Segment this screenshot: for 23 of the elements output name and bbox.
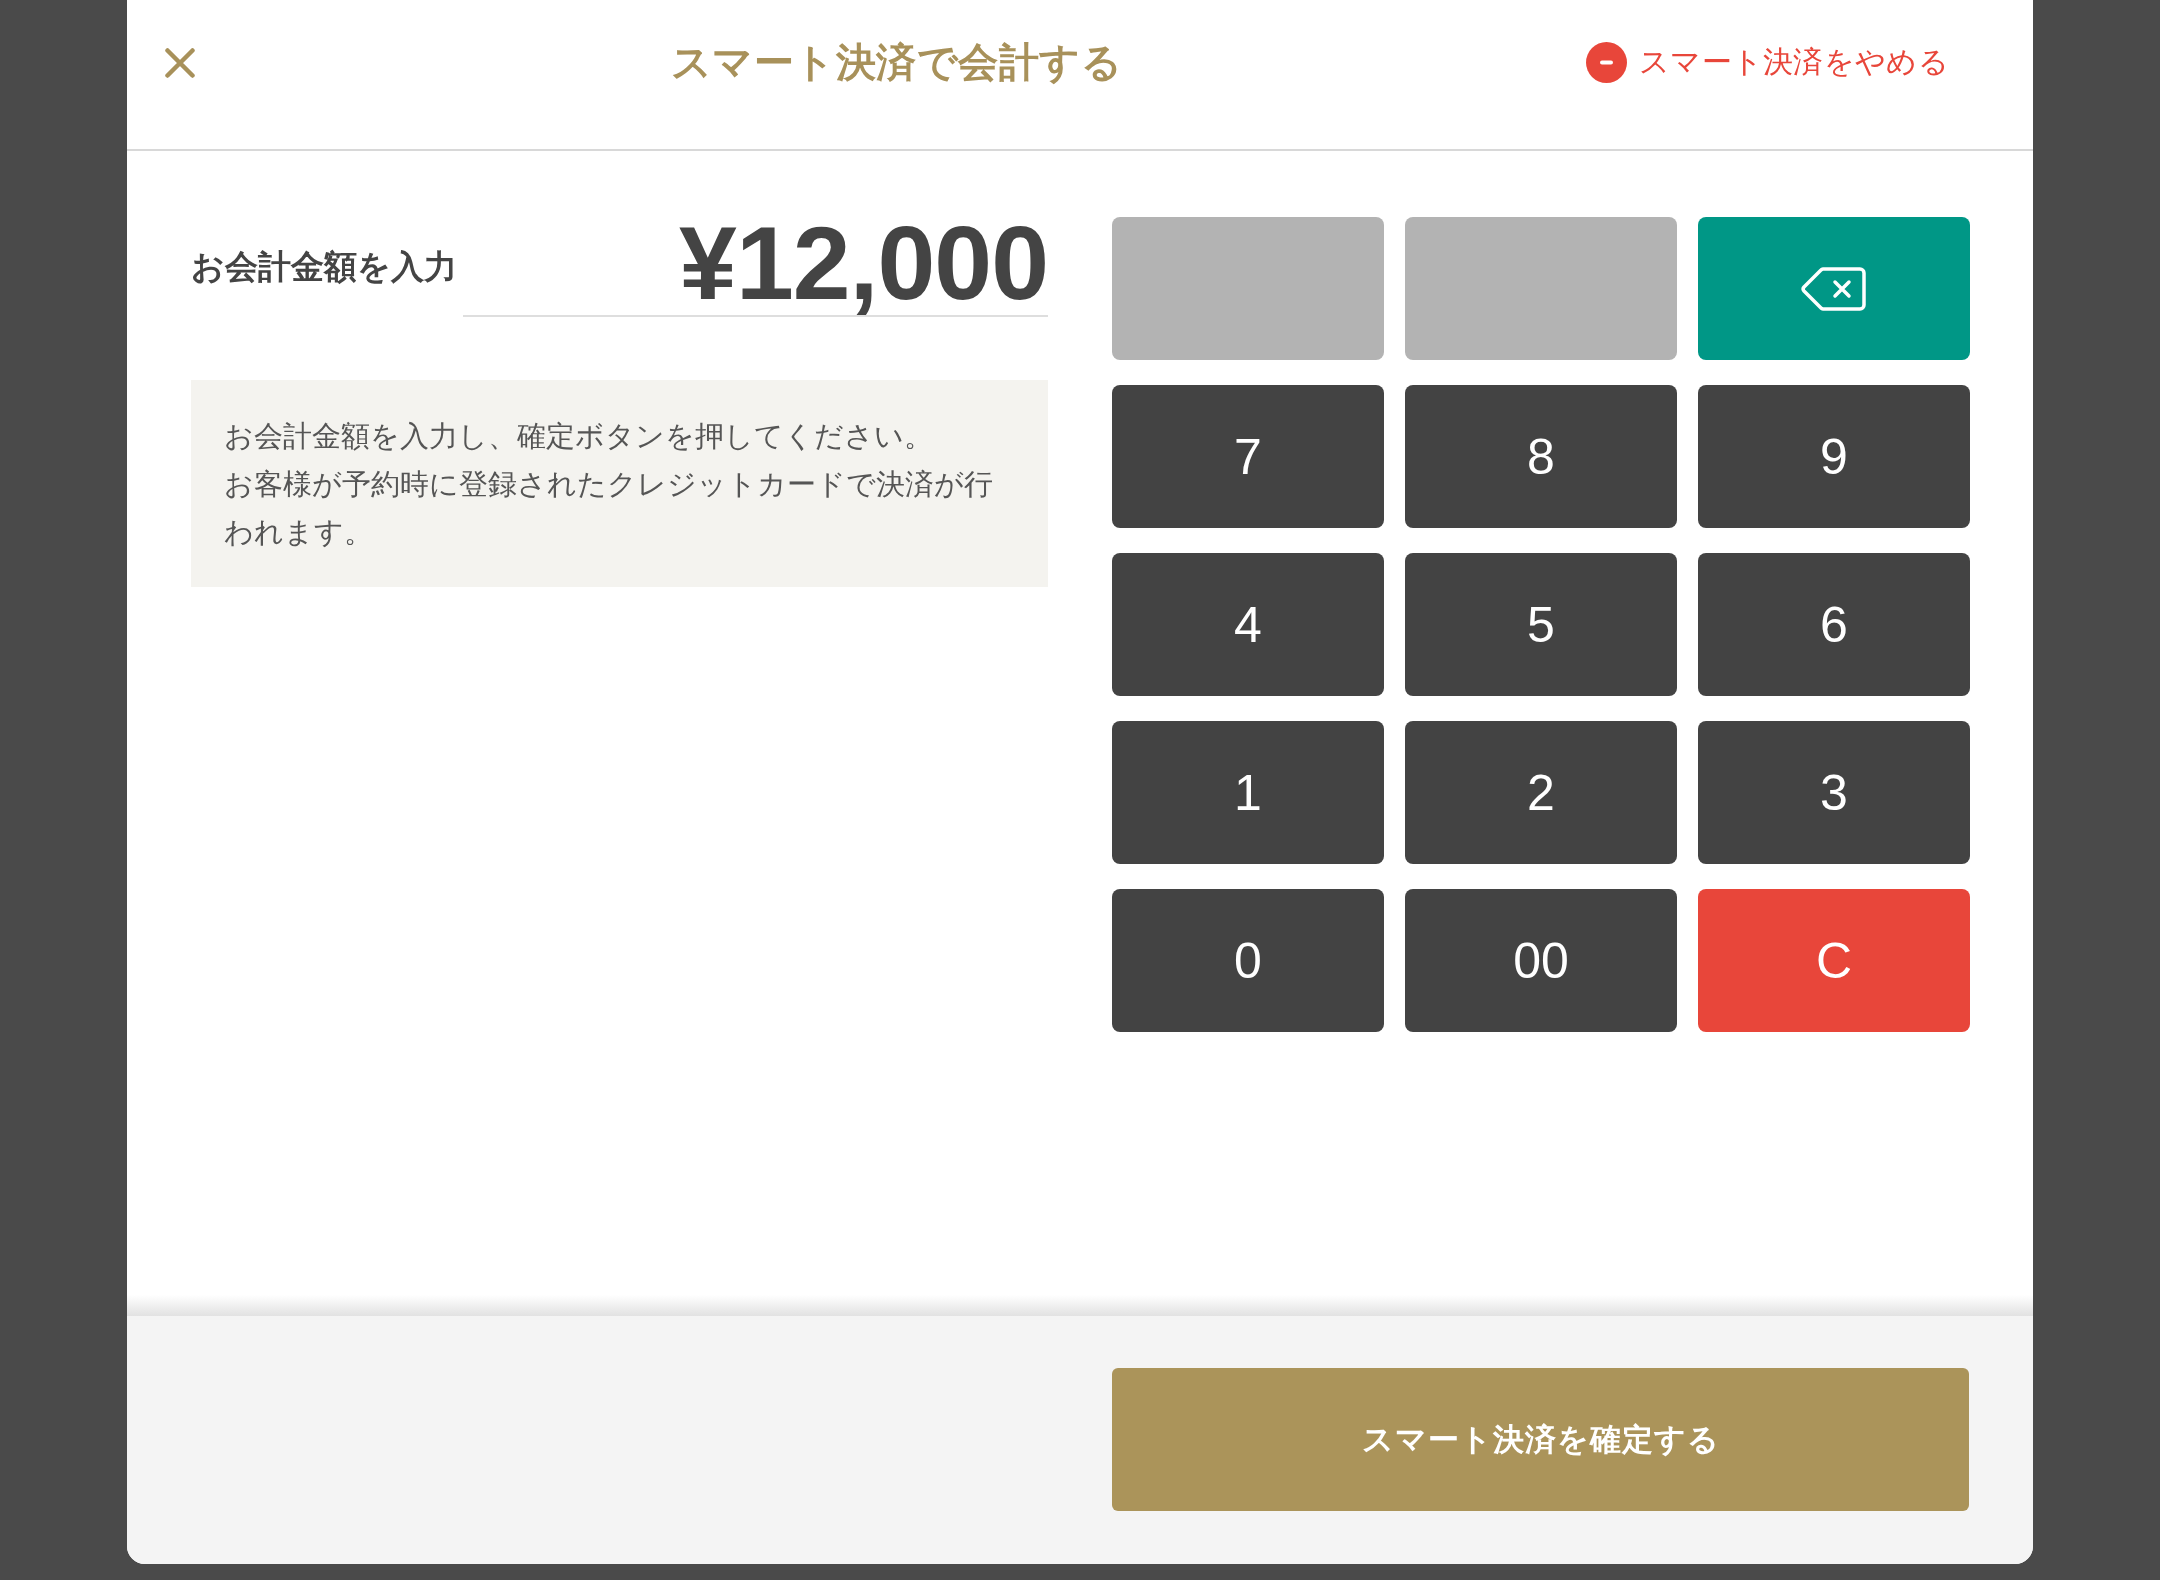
digit-key[interactable]: 8	[1405, 385, 1677, 528]
notice-text: お会計金額を入力し、確定ボタンを押してください。	[224, 418, 934, 455]
close-icon	[165, 47, 195, 78]
digit-key[interactable]: 3	[1698, 721, 1970, 864]
digit-key[interactable]: 4	[1112, 553, 1384, 696]
digit-key[interactable]: 2	[1405, 721, 1677, 864]
close-button[interactable]	[165, 47, 195, 78]
notice-text: お客様が予約時に登録されたクレジットカードで決済が行われます。	[224, 466, 994, 551]
minus-circle-icon	[1586, 42, 1627, 83]
amount-label: お会計金額を入力	[191, 245, 457, 288]
digit-key[interactable]: 9	[1698, 385, 1970, 528]
digit-key[interactable]: 7	[1112, 385, 1384, 528]
dialog-title: スマート決済で会計する	[670, 38, 1123, 87]
digit-key[interactable]: 0	[1112, 889, 1384, 1032]
digit-key[interactable]: 6	[1698, 553, 1970, 696]
digit-key[interactable]: 5	[1405, 553, 1677, 696]
stop-smart-payment-link[interactable]: スマート決済をやめる	[1586, 42, 1949, 83]
clear-key[interactable]: C	[1698, 889, 1970, 1032]
digit-key[interactable]: 1	[1112, 721, 1384, 864]
backspace-icon	[1801, 265, 1867, 312]
backspace-key[interactable]	[1698, 217, 1970, 360]
amount-field: ¥12,000	[463, 215, 1048, 317]
digit-key[interactable]: 00	[1405, 889, 1677, 1032]
